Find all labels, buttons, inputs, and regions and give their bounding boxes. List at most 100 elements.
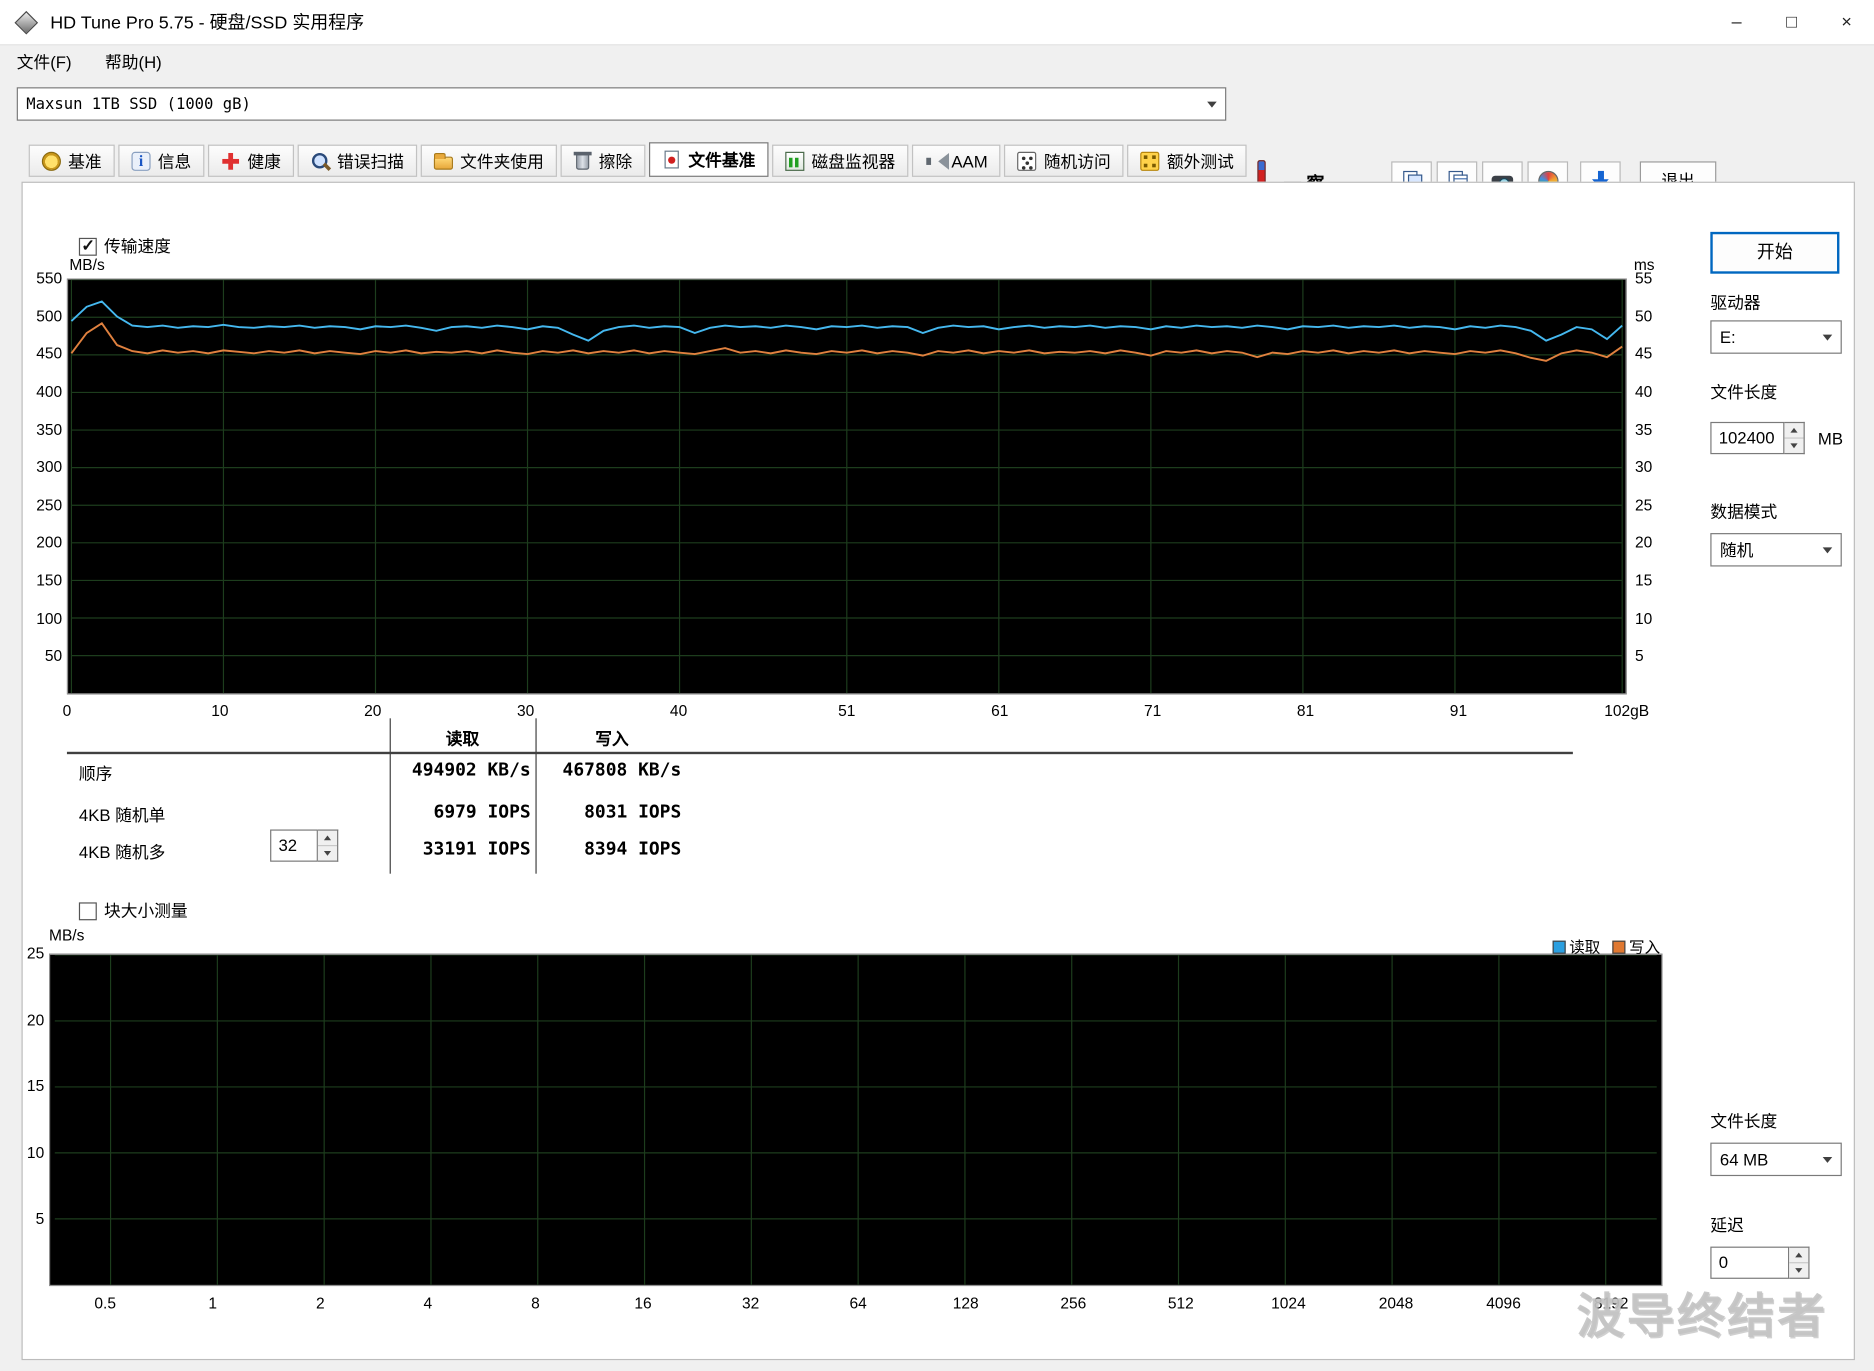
- x-axis-tick: 4: [423, 1294, 433, 1313]
- x-axis-tick: 4096: [1486, 1294, 1521, 1313]
- x-axis-tick: 102gB: [1604, 701, 1650, 720]
- tab-file-benchmark[interactable]: 文件基准: [648, 142, 769, 177]
- block-file-length-value: 64 MB: [1719, 1149, 1769, 1169]
- tab-info[interactable]: 信息: [118, 144, 205, 177]
- file-length-value[interactable]: 102400: [1710, 421, 1785, 455]
- delay-value[interactable]: 0: [1710, 1246, 1790, 1279]
- x-axis-tick: 20: [364, 701, 382, 720]
- queue-depth-value[interactable]: 32: [270, 829, 318, 862]
- tab-error-scan[interactable]: 错误扫描: [297, 144, 418, 177]
- results-column-line: [389, 718, 391, 874]
- benchmark-icon: [41, 151, 61, 171]
- toolbar: Maxsun 1TB SSD (1000 gB) 一 察 退出: [0, 76, 1874, 200]
- y-axis-tick-right: 25: [1635, 495, 1653, 514]
- y-axis-tick-right: 20: [1635, 533, 1653, 552]
- speaker-icon: [925, 151, 949, 170]
- spin-down-icon[interactable]: [1784, 437, 1804, 453]
- spin-down-icon[interactable]: [1789, 1262, 1809, 1278]
- folder-icon: [433, 152, 453, 170]
- spin-up-icon[interactable]: [318, 831, 337, 845]
- app-window: HD Tune Pro 5.75 - 硬盘/SSD 实用程序 – □ × 文件(…: [0, 0, 1874, 1371]
- y-axis-tick: 15: [26, 1077, 45, 1096]
- tab-folder-usage[interactable]: 文件夹使用: [420, 144, 557, 177]
- x-axis-tick: 2: [315, 1294, 325, 1313]
- block-size-label: 块大小测量: [103, 901, 188, 921]
- tab-health[interactable]: 健康: [207, 144, 295, 177]
- tab-label: 文件夹使用: [460, 151, 544, 171]
- y-axis-tick: 10: [26, 1143, 45, 1162]
- tab-label: 额外测试: [1166, 151, 1234, 171]
- target-drive-value: E:: [1719, 327, 1736, 347]
- y-axis-tick-left: 300: [36, 457, 63, 476]
- close-button[interactable]: ×: [1819, 0, 1874, 44]
- block-file-length-select[interactable]: 64 MB: [1710, 1142, 1842, 1177]
- result-row-label: 4KB 随机单: [78, 805, 166, 825]
- maximize-button[interactable]: □: [1764, 0, 1819, 44]
- menu-bar: 文件(F) 帮助(H): [0, 46, 1874, 77]
- chart2-unit: MB/s: [49, 926, 85, 945]
- y-axis-tick-left: 100: [36, 609, 63, 628]
- block-file-length-label: 文件长度: [1710, 1111, 1778, 1131]
- data-mode-value: 随机: [1719, 540, 1754, 560]
- queue-depth-stepper[interactable]: 32: [270, 829, 339, 862]
- menu-help[interactable]: 帮助(H): [105, 50, 162, 74]
- x-axis-tick: 128: [952, 1294, 979, 1313]
- y-axis-tick-left: 50: [44, 647, 63, 665]
- target-drive-select[interactable]: E:: [1710, 320, 1842, 354]
- spin-down-icon[interactable]: [317, 845, 338, 861]
- transfer-speed-checkbox[interactable]: [78, 235, 97, 256]
- tab-erase[interactable]: 擦除: [560, 144, 646, 177]
- x-axis-tick: 8: [531, 1294, 540, 1313]
- block-size-checkbox[interactable]: [78, 901, 97, 920]
- chevron-down-icon: [1815, 535, 1840, 565]
- data-mode-select[interactable]: 随机: [1710, 533, 1842, 567]
- file-length-stepper[interactable]: 102400: [1710, 421, 1805, 455]
- minimize-button[interactable]: –: [1709, 0, 1764, 44]
- transfer-speed-checkbox-row: 传输速度: [78, 234, 171, 258]
- x-axis-tick: 30: [517, 701, 535, 720]
- file-length-label: 文件长度: [1710, 382, 1778, 402]
- transfer-speed-label: 传输速度: [103, 236, 171, 256]
- tab-label: 健康: [247, 151, 281, 171]
- y-axis-tick-left: 450: [36, 344, 63, 363]
- delay-stepper[interactable]: 0: [1710, 1246, 1810, 1279]
- tab-label: 错误扫描: [337, 151, 404, 171]
- menu-file[interactable]: 文件(F): [17, 50, 72, 74]
- extra-tests-icon: [1140, 151, 1160, 171]
- data-mode-label: 数据模式: [1710, 501, 1778, 522]
- drive-select[interactable]: Maxsun 1TB SSD (1000 gB): [16, 87, 1227, 121]
- spin-up-icon[interactable]: [1789, 1248, 1808, 1262]
- tab-label: 基准: [68, 151, 102, 171]
- y-axis-tick-right: 10: [1635, 609, 1653, 628]
- title-bar: HD Tune Pro 5.75 - 硬盘/SSD 实用程序 – □ ×: [0, 0, 1874, 46]
- x-axis-tick: 81: [1296, 701, 1315, 720]
- x-axis-tick: 256: [1060, 1294, 1087, 1313]
- x-axis-tick: 40: [669, 701, 688, 720]
- result-write-value: 8031 IOPS: [584, 800, 682, 823]
- start-button[interactable]: 开始: [1710, 231, 1840, 274]
- y-axis-tick: 20: [26, 1010, 45, 1029]
- info-icon: [131, 151, 151, 171]
- x-axis-tick: 71: [1143, 701, 1162, 720]
- spin-up-icon[interactable]: [1784, 423, 1803, 437]
- tab-disk-monitor[interactable]: 磁盘监视器: [772, 144, 909, 177]
- tab-aam[interactable]: AAM: [911, 144, 1001, 177]
- x-axis-tick: 0.5: [94, 1294, 116, 1313]
- y-axis-tick-left: 400: [36, 382, 63, 401]
- x-axis-tick: 16: [634, 1294, 652, 1313]
- x-axis-tick: 61: [991, 701, 1009, 720]
- x-axis-tick: 51: [838, 701, 856, 720]
- y-axis-tick-right: 40: [1635, 382, 1653, 401]
- tab-random-access[interactable]: 随机访问: [1004, 144, 1124, 177]
- x-axis-tick: 0: [62, 701, 72, 720]
- delay-spin-buttons: [1789, 1246, 1810, 1279]
- tab-extra-tests[interactable]: 额外测试: [1127, 144, 1248, 177]
- chart-bars-icon: [785, 151, 805, 171]
- block-size-chart: [49, 953, 1663, 1287]
- tab-benchmark[interactable]: 基准: [28, 144, 115, 177]
- y-axis-tick: 25: [26, 944, 45, 963]
- block-size-checkbox-row: 块大小测量: [78, 899, 188, 923]
- y-axis-tick-left: 350: [36, 420, 63, 439]
- queue-depth-spin-buttons: [317, 829, 339, 862]
- results-divider: [66, 751, 1573, 755]
